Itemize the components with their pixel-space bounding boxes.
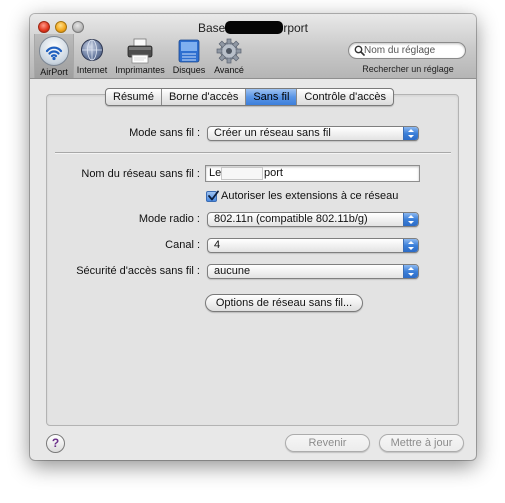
settings-panel [46,94,459,426]
network-name-field[interactable]: Le port [205,165,420,182]
security-label: Sécurité d'accès sans fil : [76,265,200,277]
gear-icon [216,38,242,64]
tab-base-station[interactable]: Borne d'accès [160,89,245,105]
update-button[interactable]: Mettre à jour [379,434,464,452]
popup-arrows-icon [403,239,418,252]
radio-mode-label: Mode radio : [138,213,200,225]
popup-arrows-icon [403,127,418,140]
extensions-label[interactable]: Autoriser les extensions à ce réseau [221,190,398,202]
toolbar-disks[interactable]: Disques [170,36,208,75]
radio-mode-popup[interactable]: 802.11n (compatible 802.11b/g) [207,212,419,227]
help-button[interactable]: ? [46,434,65,453]
search-input[interactable] [364,44,462,57]
redacted-block [221,167,263,180]
security-popup[interactable]: aucune [207,264,419,279]
window-title: Base rport [30,20,476,35]
window-title-end: rport [283,20,309,35]
tab-bar: Résumé Borne d'accès Sans fil Contrôle d… [105,88,395,106]
channel-label: Canal : [165,239,200,251]
tab-access-control[interactable]: Contrôle d'accès [296,89,393,105]
checkmark-icon [208,190,219,201]
globe-icon [81,39,103,61]
window-titlebar: Base rport AirPort Internet Imprimantes … [30,14,476,79]
redacted-block [225,21,284,35]
tab-wireless[interactable]: Sans fil [245,89,297,105]
wireless-mode-value: Créer un réseau sans fil [214,127,331,139]
tab-resume[interactable]: Résumé [106,89,161,105]
search-hint: Rechercher un réglage [362,64,454,74]
disk-icon [177,38,201,64]
airport-icon [39,36,69,66]
toolbar-advanced[interactable]: Avancé [210,36,248,75]
channel-value: 4 [214,239,221,251]
toolbar-printers-label: Imprimantes [115,65,165,75]
wireless-mode-label: Mode sans fil : [129,127,200,139]
toolbar-airport-label: AirPort [40,67,68,77]
network-name-end: port [264,167,283,179]
toolbar-disks-label: Disques [172,65,206,75]
window-title-start: Base [197,20,226,35]
network-name-start: Le [209,167,222,179]
toolbar-airport[interactable]: AirPort [34,34,74,78]
channel-popup[interactable]: 4 [207,238,419,253]
popup-arrows-icon [403,213,418,226]
search-field[interactable] [348,42,466,59]
toolbar-internet[interactable]: Internet [74,36,110,75]
toolbar-advanced-label: Avancé [214,65,244,75]
wireless-options-button[interactable]: Options de réseau sans fil... [205,294,363,312]
printer-icon [126,38,154,64]
security-value: aucune [214,265,251,277]
radio-mode-value: 802.11n (compatible 802.11b/g) [214,213,368,225]
toolbar-internet-label: Internet [76,65,108,75]
extensions-checkbox[interactable] [206,190,219,202]
section-divider [55,152,451,154]
revert-button[interactable]: Revenir [285,434,370,452]
popup-arrows-icon [403,265,418,278]
network-name-label: Nom du réseau sans fil : [81,168,200,180]
airport-utility-window: Base rport AirPort Internet Imprimantes … [30,14,476,460]
wireless-mode-popup[interactable]: Créer un réseau sans fil [207,126,419,141]
toolbar-printers[interactable]: Imprimantes [112,36,168,75]
